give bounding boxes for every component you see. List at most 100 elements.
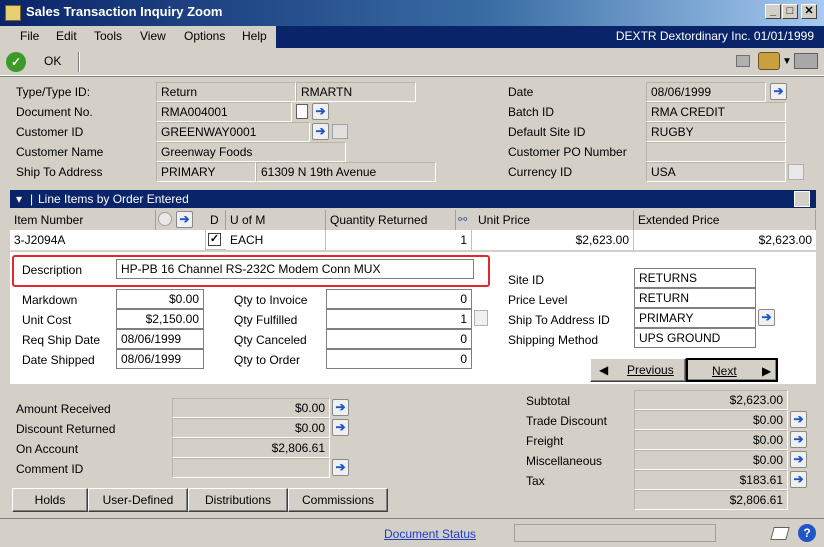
customer-lookup-arrow-icon[interactable]: ➔ xyxy=(312,123,329,140)
menu-options[interactable]: Options xyxy=(184,29,225,43)
print-icon[interactable] xyxy=(736,55,750,67)
previous-arrow-icon: ◀ xyxy=(599,363,609,377)
next-label: Next xyxy=(712,364,737,378)
menu-view[interactable]: View xyxy=(140,29,166,43)
row-unit-price: $2,623.00 xyxy=(472,230,634,250)
site-id-label: Site ID xyxy=(508,273,545,287)
printer-icon[interactable] xyxy=(794,53,818,69)
qty-fulfilled-detail-icon[interactable] xyxy=(474,310,488,326)
note-icon[interactable] xyxy=(296,104,308,119)
section-divider: | xyxy=(30,192,34,206)
customer-name-field: Greenway Foods xyxy=(156,142,346,162)
unit-cost-field[interactable]: $2,150.00 xyxy=(116,309,204,329)
next-arrow-icon: ▶ xyxy=(762,364,772,378)
menu-help[interactable]: Help xyxy=(242,29,267,43)
customer-detail-icon[interactable] xyxy=(332,124,348,139)
ship-to-address-arrow-icon[interactable]: ➔ xyxy=(758,309,775,326)
col-unit-price[interactable]: Unit Price xyxy=(474,210,634,230)
currency-detail-icon[interactable] xyxy=(788,164,804,180)
menu-tools[interactable]: Tools xyxy=(94,29,122,43)
unit-cost-label: Unit Cost xyxy=(22,313,72,327)
amount-received-arrow-icon[interactable]: ➔ xyxy=(332,399,349,416)
item-lookup-icon[interactable] xyxy=(158,212,172,226)
req-ship-date-field[interactable]: 08/06/1999 xyxy=(116,329,204,349)
qty-canceled-field[interactable]: 0 xyxy=(326,329,472,349)
req-ship-date-label: Req Ship Date xyxy=(22,333,101,347)
menu-bar: File Edit Tools View Options Help DEXTR … xyxy=(0,26,824,48)
customer-id-field: GREENWAY0001 xyxy=(156,122,310,142)
customer-id-label: Customer ID xyxy=(16,125,84,139)
col-item-number[interactable]: Item Number xyxy=(10,210,156,230)
ship-to-address-id-label: Ship To Address ID xyxy=(508,313,610,327)
default-site-field: RUGBY xyxy=(646,122,786,142)
collapse-icon[interactable]: ▾ xyxy=(16,190,22,208)
toolbar-divider xyxy=(78,52,80,72)
markdown-label: Markdown xyxy=(22,293,78,307)
help-icon[interactable]: ? xyxy=(798,524,816,542)
comment-id-field xyxy=(172,458,330,478)
customer-po-field xyxy=(646,142,786,162)
company-date-label: DEXTR Dextordinary Inc. 01/01/1999 xyxy=(615,29,814,43)
qty-to-invoice-label: Qty to Invoice xyxy=(234,293,308,307)
link-icon[interactable]: ⚯ xyxy=(458,213,467,226)
miscellaneous-arrow-icon[interactable]: ➔ xyxy=(790,451,807,468)
row-uofm: EACH xyxy=(226,230,326,250)
col-d[interactable]: D xyxy=(206,210,226,230)
ship-to-id-field: PRIMARY xyxy=(156,162,256,182)
col-uofm[interactable]: U of M xyxy=(226,210,326,230)
comment-id-arrow-icon[interactable]: ➔ xyxy=(332,459,349,476)
trade-discount-field: $0.00 xyxy=(634,410,788,430)
description-field[interactable]: HP-PB 16 Channel RS-232C Modem Conn MUX xyxy=(116,259,474,279)
price-level-label: Price Level xyxy=(508,293,568,307)
document-status-link[interactable]: Document Status xyxy=(384,527,476,541)
docno-lookup-arrow-icon[interactable]: ➔ xyxy=(312,103,329,120)
type-field: Return xyxy=(156,82,296,102)
price-level-field[interactable]: RETURN xyxy=(634,288,756,308)
trade-discount-arrow-icon[interactable]: ➔ xyxy=(790,411,807,428)
site-id-field[interactable]: RETURNS xyxy=(634,268,756,288)
amount-received-field: $0.00 xyxy=(172,398,330,418)
check-icon: ✓ xyxy=(6,52,26,72)
qty-fulfilled-field[interactable]: 1 xyxy=(326,309,472,329)
row-d-checkbox[interactable]: ✓ xyxy=(208,233,221,246)
date-arrow-icon[interactable]: ➔ xyxy=(770,83,787,100)
ship-to-address-id-field[interactable]: PRIMARY xyxy=(634,308,756,328)
company-band: DEXTR Dextordinary Inc. 01/01/1999 xyxy=(276,26,824,48)
default-site-label: Default Site ID xyxy=(508,125,586,139)
dropdown-arrow-icon[interactable]: ▼ xyxy=(782,56,792,67)
discount-returned-arrow-icon[interactable]: ➔ xyxy=(332,419,349,436)
tools-icon[interactable] xyxy=(758,52,780,70)
qty-canceled-label: Qty Canceled xyxy=(234,333,307,347)
tax-arrow-icon[interactable]: ➔ xyxy=(790,471,807,488)
distributions-button[interactable]: Distributions xyxy=(188,488,288,512)
col-extended-price[interactable]: Extended Price xyxy=(634,210,816,230)
commissions-button[interactable]: Commissions xyxy=(288,488,388,512)
maximize-icon[interactable]: □ xyxy=(782,4,798,19)
col-qty-returned[interactable]: Quantity Returned xyxy=(326,210,456,230)
total-field: $2,806.61 xyxy=(634,490,788,510)
table-row[interactable]: 3-J2094A ✓ EACH 1 $2,623.00 $2,623.00 xyxy=(10,230,816,250)
item-lookup-arrow-icon[interactable]: ➔ xyxy=(176,211,193,228)
user-defined-button[interactable]: User-Defined xyxy=(88,488,188,512)
shipping-method-field[interactable]: UPS GROUND xyxy=(634,328,756,348)
expand-window-icon[interactable] xyxy=(794,191,810,207)
menu-file[interactable]: File xyxy=(20,29,39,43)
note-icon[interactable] xyxy=(770,527,790,540)
qty-to-invoice-field[interactable]: 0 xyxy=(326,289,472,309)
miscellaneous-label: Miscellaneous xyxy=(526,454,603,468)
tax-field: $183.61 xyxy=(634,470,788,490)
markdown-field[interactable]: $0.00 xyxy=(116,289,204,309)
date-shipped-field[interactable]: 08/06/1999 xyxy=(116,349,204,369)
freight-field: $0.00 xyxy=(634,430,788,450)
qty-to-order-field[interactable]: 0 xyxy=(326,349,472,369)
minimize-icon[interactable]: _ xyxy=(765,4,781,19)
close-icon[interactable]: ✕ xyxy=(801,4,817,19)
previous-button[interactable]: ◀ Previous xyxy=(590,358,686,382)
ok-button[interactable]: ✓ OK xyxy=(4,51,68,73)
subtotal-field: $2,623.00 xyxy=(634,390,788,410)
menu-edit[interactable]: Edit xyxy=(56,29,77,43)
holds-button[interactable]: Holds xyxy=(12,488,88,512)
next-button[interactable]: Next ▶ xyxy=(686,358,778,382)
freight-arrow-icon[interactable]: ➔ xyxy=(790,431,807,448)
docno-label: Document No. xyxy=(16,105,93,119)
